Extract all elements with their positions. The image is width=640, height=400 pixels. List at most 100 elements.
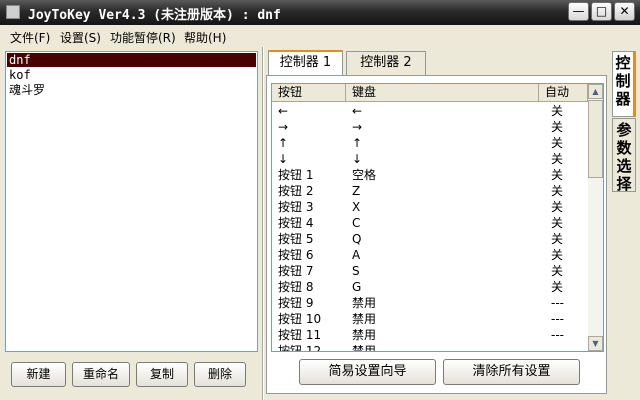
table-row[interactable]: 按钮 6 A 关: [272, 247, 587, 263]
menu-settings[interactable]: 设置(S): [60, 29, 101, 46]
table-row[interactable]: ← ← 关: [272, 103, 587, 119]
cell-button: 按钮 3: [278, 200, 314, 214]
column-header-auto[interactable]: 自动: [539, 84, 588, 102]
close-button[interactable]: ✕: [614, 2, 635, 21]
table-row[interactable]: 按钮 4 C 关: [272, 215, 587, 231]
cell-keyboard: 禁用: [352, 296, 377, 310]
cell-keyboard: G: [352, 280, 362, 294]
cell-keyboard: Q: [352, 232, 362, 246]
tab-controller-1[interactable]: 控制器 1: [268, 50, 343, 76]
cell-auto: 关: [551, 216, 564, 230]
cell-auto: ---: [551, 296, 564, 310]
cell-keyboard: →: [352, 120, 363, 134]
cell-keyboard: X: [352, 200, 361, 214]
maximize-button[interactable]: □: [591, 2, 612, 21]
title-bar: JoyToKey Ver4.3 (未注册版本) : dnf — □ ✕: [0, 0, 640, 25]
table-row[interactable]: → → 关: [272, 119, 587, 135]
cell-auto: ---: [551, 312, 564, 326]
cell-auto: 关: [551, 264, 564, 278]
menu-pause[interactable]: 功能暂停(R): [110, 29, 176, 46]
profile-item-kof[interactable]: kof: [7, 68, 256, 82]
table-row[interactable]: 按钮 3 X 关: [272, 199, 587, 215]
cell-button: ↑: [278, 136, 289, 150]
side-tab-controller-label: 控制器: [615, 54, 631, 108]
side-tab-parameters[interactable]: 参数选择: [612, 118, 636, 193]
cell-keyboard: 空格: [352, 168, 377, 182]
table-row[interactable]: ↑ ↑ 关: [272, 135, 587, 151]
profile-list[interactable]: dnf kof 魂斗罗: [5, 51, 258, 352]
menu-file[interactable]: 文件(F): [10, 29, 50, 46]
profile-item-dnf[interactable]: dnf: [7, 53, 256, 67]
scroll-up-icon[interactable]: ▲: [588, 84, 603, 99]
clear-all-settings-button[interactable]: 清除所有设置: [443, 359, 580, 385]
minimize-button[interactable]: —: [568, 2, 589, 21]
cell-button: 按钮 4: [278, 216, 314, 230]
cell-keyboard: Z: [352, 184, 361, 198]
cell-auto: ---: [551, 328, 564, 342]
cell-button: 按钮 12: [278, 344, 322, 352]
cell-button: 按钮 2: [278, 184, 314, 198]
splitter[interactable]: [262, 47, 264, 400]
cell-keyboard: C: [352, 216, 361, 230]
cell-auto: 关: [551, 104, 564, 118]
table-row[interactable]: 按钮 5 Q 关: [272, 231, 587, 247]
cell-auto: 关: [551, 232, 564, 246]
column-header-keyboard[interactable]: 键盘: [346, 84, 539, 102]
delete-profile-button[interactable]: 删除: [194, 362, 246, 387]
cell-button: 按钮 8: [278, 280, 314, 294]
tab-controller-2[interactable]: 控制器 2: [346, 51, 426, 75]
side-tab-controller[interactable]: 控制器: [612, 51, 636, 117]
scroll-down-icon[interactable]: ▼: [588, 336, 603, 351]
table-row[interactable]: 按钮 2 Z 关: [272, 183, 587, 199]
cell-auto: 关: [551, 168, 564, 182]
key-mapping-table[interactable]: 按钮 键盘 自动 ← ← 关 → → 关 ↑ ↑ 关 ↓ ↓ 关按钮 1 空格关按钮 2 Z 关按钮 3X关…: [271, 83, 604, 352]
cell-button: 按钮 7: [278, 264, 314, 278]
new-profile-button[interactable]: 新建: [11, 362, 66, 387]
copy-profile-button[interactable]: 复制: [136, 362, 188, 387]
cell-auto: 关: [551, 120, 564, 134]
cell-auto: ---: [551, 344, 564, 352]
profile-item-contra[interactable]: 魂斗罗: [7, 83, 256, 97]
cell-keyboard: 禁用: [352, 312, 377, 326]
menu-help[interactable]: 帮助(H): [184, 29, 226, 46]
cell-auto: 关: [551, 152, 564, 166]
cell-button: 按钮 5: [278, 232, 314, 246]
cell-button: 按钮 10: [278, 312, 322, 326]
cell-keyboard: ↑: [352, 136, 363, 150]
scroll-thumb[interactable]: [588, 100, 603, 178]
cell-keyboard: ↓: [352, 152, 363, 166]
setup-wizard-button[interactable]: 简易设置向导: [299, 359, 436, 385]
table-scrollbar[interactable]: ▲ ▼: [588, 84, 603, 351]
table-row[interactable]: 按钮 7 S 关: [272, 263, 587, 279]
cell-keyboard: A: [352, 248, 361, 262]
table-row[interactable]: 按钮 10 禁用 ---: [272, 311, 587, 327]
table-row[interactable]: 按钮 8 G 关: [272, 279, 587, 295]
cell-button: 按钮 9: [278, 296, 314, 310]
table-row[interactable]: 按钮 1 空格 关: [272, 167, 587, 183]
window-title: JoyToKey Ver4.3 (未注册版本) : dnf: [28, 8, 281, 23]
column-header-button[interactable]: 按钮: [272, 84, 346, 102]
table-row[interactable]: 按钮 11 禁用 ---: [272, 327, 587, 343]
cell-auto: 关: [551, 184, 564, 198]
table-row[interactable]: ↓ ↓ 关: [272, 151, 587, 167]
cell-keyboard: 禁用: [352, 328, 377, 342]
cell-auto: 关: [551, 280, 564, 294]
menu-bar: 文件(F) 设置(S) 功能暂停(R) 帮助(H): [0, 25, 640, 47]
cell-keyboard: ←: [352, 104, 363, 118]
cell-keyboard: 禁用: [352, 344, 377, 352]
cell-button: →: [278, 120, 289, 134]
cell-button: 按钮 6: [278, 248, 314, 262]
cell-keyboard: S: [352, 264, 360, 278]
side-tab-parameters-label: 参数选择: [616, 121, 632, 193]
cell-button: 按钮 11: [278, 328, 322, 342]
cell-button: ←: [278, 104, 289, 118]
cell-button: 按钮 1: [278, 168, 314, 182]
table-row[interactable]: 按钮 9 禁用 ---: [272, 295, 587, 311]
cell-auto: 关: [551, 136, 564, 150]
cell-auto: 关: [551, 200, 564, 214]
cell-auto: 关: [551, 248, 564, 262]
app-icon: [6, 5, 20, 19]
table-row[interactable]: 按钮 12 禁用 ---: [272, 343, 587, 352]
rename-profile-button[interactable]: 重命名: [72, 362, 130, 387]
cell-button: ↓: [278, 152, 289, 166]
